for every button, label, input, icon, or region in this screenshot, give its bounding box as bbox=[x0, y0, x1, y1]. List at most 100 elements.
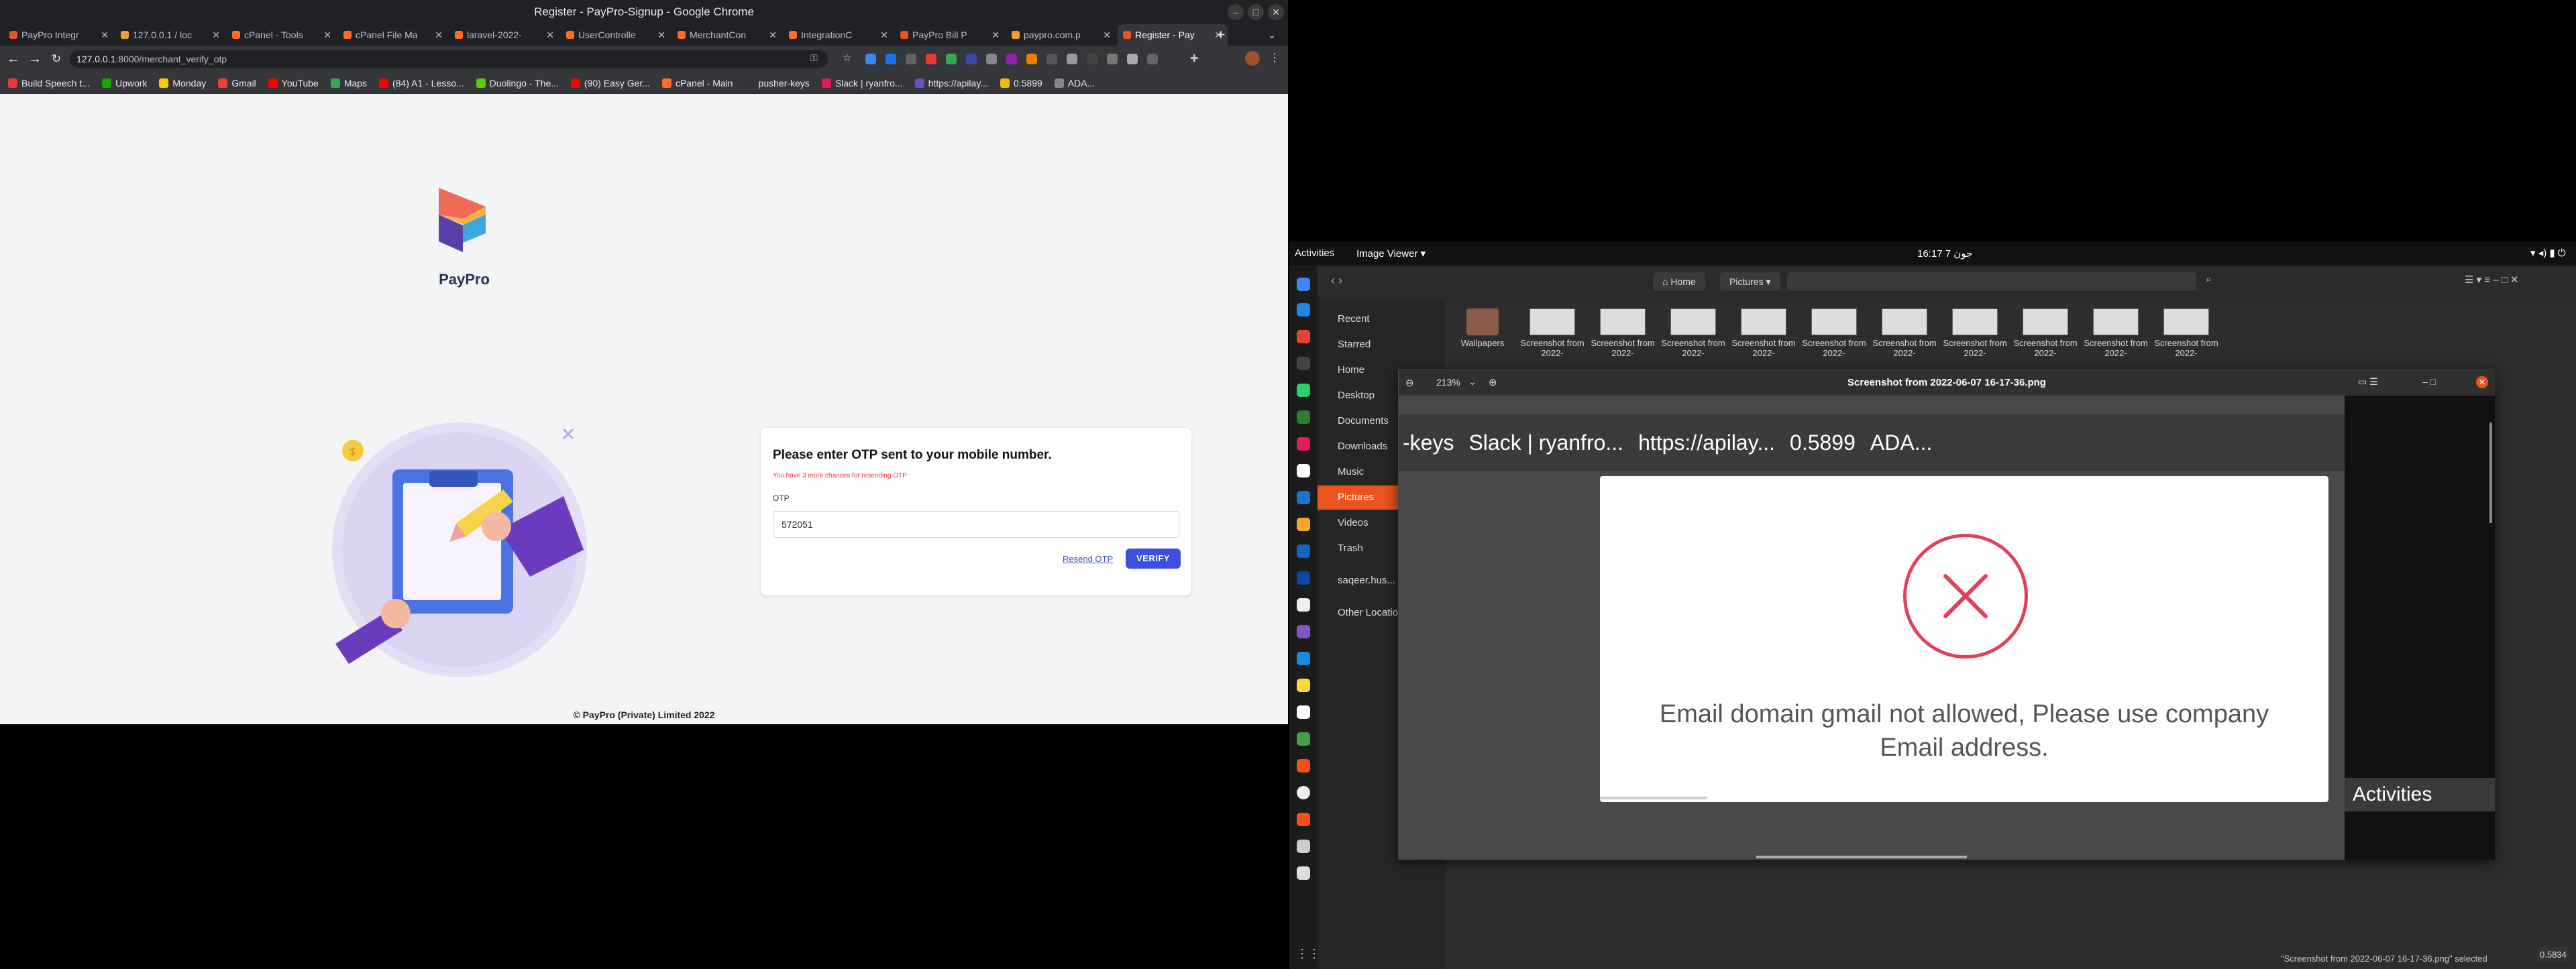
tab-close-icon[interactable]: ✕ bbox=[1103, 30, 1111, 41]
app-icon[interactable] bbox=[1297, 410, 1310, 424]
bookmark-4[interactable]: YouTube bbox=[268, 78, 319, 89]
extension-icon[interactable] bbox=[1046, 54, 1057, 64]
system-menu-icon[interactable]: ▾ ◂) ▮ ⏻ bbox=[2530, 247, 2566, 259]
bookmark-7[interactable]: Duolingo - The... bbox=[476, 78, 559, 89]
minimize-button[interactable]: – bbox=[1228, 4, 1244, 20]
app-icon[interactable] bbox=[1297, 545, 1310, 558]
app-icon[interactable] bbox=[1297, 705, 1310, 719]
tab-4[interactable]: laravel-2022- ✕ bbox=[449, 24, 559, 46]
tab-close-icon[interactable]: ✕ bbox=[212, 30, 220, 41]
forward-icon[interactable]: → bbox=[25, 50, 44, 68]
extension-icon[interactable] bbox=[986, 54, 997, 64]
bookmark-13[interactable]: 0.5899 bbox=[1000, 78, 1042, 89]
app-icon[interactable] bbox=[1297, 813, 1310, 826]
back-icon[interactable]: ← bbox=[4, 50, 23, 68]
tab-close-icon[interactable]: ✕ bbox=[991, 30, 1000, 41]
tab-6[interactable]: MerchantCon ✕ bbox=[672, 24, 782, 46]
image-viewer-icon[interactable] bbox=[1297, 840, 1310, 853]
tab-close-icon[interactable]: ✕ bbox=[101, 30, 109, 41]
file-thumbnail[interactable]: Screenshot from 2022- bbox=[1731, 308, 1796, 362]
app-icon[interactable] bbox=[1297, 786, 1310, 799]
reload-icon[interactable]: ↻ bbox=[47, 50, 66, 68]
extension-icon[interactable] bbox=[1006, 54, 1017, 64]
sidebar-item-1[interactable]: Starred bbox=[1318, 333, 1445, 357]
app-icon[interactable] bbox=[1297, 625, 1310, 638]
bookmark-2[interactable]: Monday bbox=[159, 78, 206, 89]
file-thumbnail[interactable]: Screenshot from 2022- bbox=[1872, 308, 1937, 362]
menu-icon[interactable]: ⋮ bbox=[1269, 51, 1280, 64]
horizontal-scrollbar[interactable] bbox=[1756, 856, 1967, 858]
close-icon[interactable]: ✕ bbox=[2476, 376, 2488, 388]
bookmark-12[interactable]: https://apilay... bbox=[914, 78, 988, 89]
app-menu[interactable]: Image Viewer ▾ bbox=[1356, 247, 1426, 260]
tab-8[interactable]: PayPro Bill P ✕ bbox=[895, 24, 1005, 46]
new-tab-button[interactable]: + bbox=[1210, 24, 1232, 46]
bookmark-star-icon[interactable]: ☆ bbox=[843, 52, 851, 64]
app-icon[interactable] bbox=[1297, 491, 1310, 504]
verify-button[interactable]: VERIFY bbox=[1126, 549, 1181, 569]
zoom-out-icon[interactable]: ⊖ bbox=[1405, 377, 1414, 389]
puzzle-icon[interactable]: ✚ bbox=[1190, 52, 1199, 64]
zoom-level[interactable]: 213% bbox=[1436, 377, 1460, 388]
extension-icon[interactable] bbox=[865, 54, 876, 64]
app-icon[interactable] bbox=[1297, 652, 1310, 665]
file-thumbnail[interactable]: Screenshot from 2022- bbox=[1591, 308, 1655, 362]
file-thumbnail[interactable]: Screenshot from 2022- bbox=[2084, 308, 2148, 362]
maximize-button[interactable]: □ bbox=[1248, 4, 1264, 20]
breadcrumb-home[interactable]: ⌂ Home bbox=[1653, 272, 1705, 291]
tab-7[interactable]: IntegrationC ✕ bbox=[784, 24, 894, 46]
file-thumbnail[interactable]: Screenshot from 2022- bbox=[1943, 308, 2007, 362]
vscode-icon[interactable] bbox=[1297, 303, 1310, 317]
bookmark-0[interactable]: Build Speech t... bbox=[8, 78, 90, 89]
bookmark-9[interactable]: cPanel - Main bbox=[661, 78, 733, 89]
bookmark-8[interactable]: (90) Easy Ger... bbox=[570, 78, 650, 89]
tab-3[interactable]: cPanel File Ma ✕ bbox=[338, 24, 448, 46]
tab-9[interactable]: paypro.com.p ✕ bbox=[1006, 24, 1116, 46]
show-apps-icon[interactable]: ⋮⋮ bbox=[1296, 947, 1320, 961]
activities-button[interactable]: Activities bbox=[1295, 247, 1334, 259]
extension-icon[interactable] bbox=[885, 54, 896, 64]
back-icon[interactable]: ‹ › bbox=[1331, 274, 1342, 288]
search-icon[interactable]: ⌕ bbox=[2206, 274, 2211, 285]
tab-close-icon[interactable]: ✕ bbox=[769, 30, 777, 41]
bookmark-14[interactable]: ADA... bbox=[1054, 78, 1095, 89]
window-controls[interactable]: – □ bbox=[2422, 376, 2436, 387]
bookmark-6[interactable]: (84) A1 - Lesso... bbox=[379, 78, 464, 89]
file-thumbnail[interactable]: Screenshot from 2022- bbox=[2154, 308, 2218, 362]
clock[interactable]: 16:17 7 جون bbox=[1917, 247, 1972, 260]
tab-close-icon[interactable]: ✕ bbox=[435, 30, 443, 41]
zoom-dropdown-icon[interactable]: ⌄ bbox=[1468, 376, 1477, 388]
extension-icon[interactable] bbox=[1026, 54, 1037, 64]
gmail-icon[interactable] bbox=[1297, 330, 1310, 343]
extension-icon[interactable] bbox=[1107, 54, 1118, 64]
file-thumbnail[interactable]: Screenshot from 2022- bbox=[1520, 308, 1585, 362]
bookmark-5[interactable]: Maps bbox=[330, 78, 367, 89]
breadcrumb-pictures[interactable]: Pictures ▾ bbox=[1720, 272, 1780, 291]
resend-otp-link[interactable]: Resend OTP bbox=[1063, 554, 1113, 564]
extension-icon[interactable] bbox=[1067, 54, 1077, 64]
view-options-icon[interactable]: ☰ ▾ ≡ – □ ✕ bbox=[2465, 274, 2519, 286]
extension-icon[interactable] bbox=[926, 54, 936, 64]
file-thumbnail[interactable]: Screenshot from 2022- bbox=[1661, 308, 1725, 362]
app-icon[interactable] bbox=[1297, 732, 1310, 746]
extension-icon[interactable] bbox=[966, 54, 977, 64]
app-icon[interactable] bbox=[1297, 679, 1310, 692]
app-icon[interactable] bbox=[1297, 759, 1310, 773]
extension-icon[interactable] bbox=[1087, 54, 1097, 64]
file-thumbnail[interactable]: Screenshot from 2022- bbox=[2013, 308, 2078, 362]
tab-close-icon[interactable]: ✕ bbox=[657, 30, 665, 41]
gallery-icon[interactable]: ▭ ☰ bbox=[2358, 376, 2378, 388]
app-icon[interactable] bbox=[1297, 866, 1310, 880]
avatar[interactable] bbox=[1245, 51, 1260, 66]
slack-icon[interactable] bbox=[1297, 437, 1310, 451]
whatsapp-icon[interactable] bbox=[1297, 384, 1310, 397]
tab-close-icon[interactable]: ✕ bbox=[323, 30, 331, 41]
sidebar-item-0[interactable]: Recent bbox=[1318, 307, 1445, 331]
bookmark-3[interactable]: Gmail bbox=[218, 78, 256, 89]
tab-5[interactable]: UserControlle ✕ bbox=[561, 24, 671, 46]
app-icon[interactable] bbox=[1297, 598, 1310, 612]
folder-wallpapers[interactable]: Wallpapers bbox=[1450, 308, 1515, 362]
tab-2[interactable]: cPanel - Tools ✕ bbox=[227, 24, 337, 46]
tab-close-icon[interactable]: ✕ bbox=[546, 30, 554, 41]
address-bar[interactable]: 127.0.0.1:8000/merchant_verify_otp bbox=[70, 50, 828, 68]
